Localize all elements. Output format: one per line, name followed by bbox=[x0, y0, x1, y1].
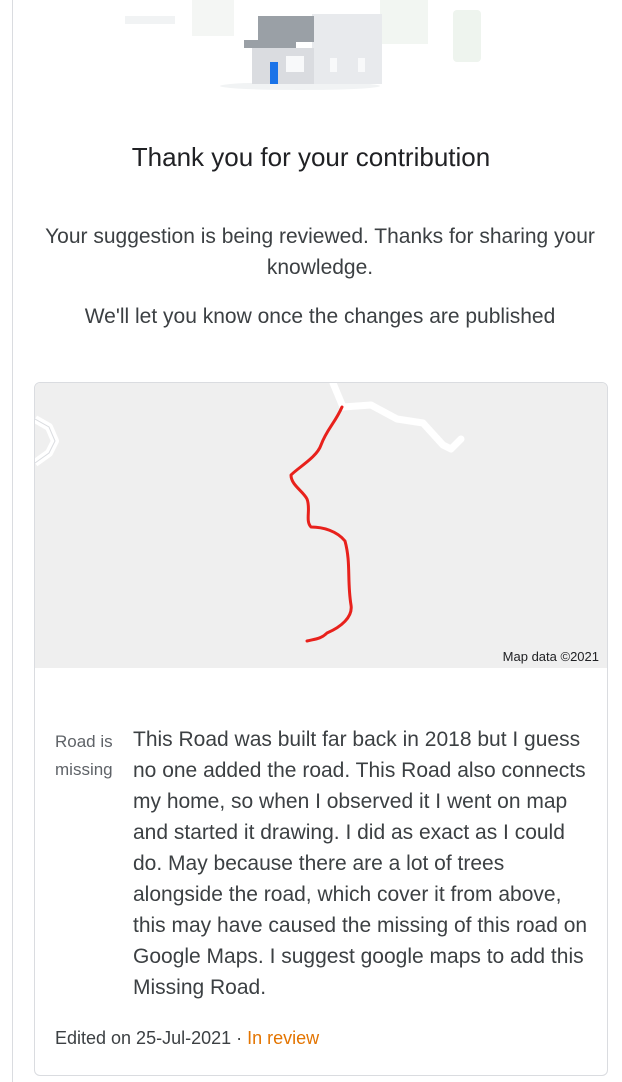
map-preview[interactable]: Map data ©2021 bbox=[35, 383, 607, 668]
status-badge: In review bbox=[247, 1028, 320, 1048]
house-illustration-icon bbox=[125, 0, 481, 90]
publish-message: We'll let you know once the changes are … bbox=[84, 305, 556, 328]
separator: · bbox=[231, 1028, 248, 1048]
contribution-description: This Road was built far back in 2018 but… bbox=[133, 728, 588, 999]
edited-date: Edited on 25-Jul-2021 bbox=[55, 1028, 232, 1048]
review-message: Your suggestion is being reviewed. Thank… bbox=[45, 225, 595, 279]
page-title: Thank you for your contribution bbox=[131, 142, 491, 172]
edit-info: Edited on 25-Jul-2021 · In review bbox=[55, 1028, 319, 1049]
map-roads bbox=[35, 383, 465, 643]
category-label: Road is missing bbox=[55, 732, 113, 779]
map-attribution: Map data ©2021 bbox=[502, 649, 599, 664]
contribution-card[interactable]: Map data ©2021 Road is missing This Road… bbox=[34, 382, 608, 1076]
